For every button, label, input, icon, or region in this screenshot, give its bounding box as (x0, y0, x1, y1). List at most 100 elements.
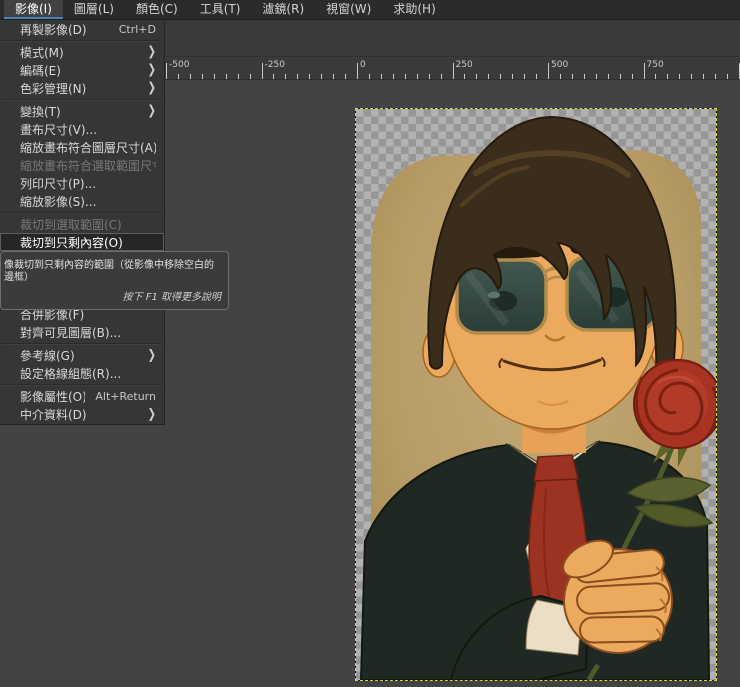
menu-windows[interactable]: 視窗(W) (315, 0, 382, 19)
ruler-minor-tick (476, 74, 477, 79)
ruler-minor-tick (500, 74, 501, 79)
ruler-minor-tick (667, 74, 668, 79)
ruler-minor-tick (441, 74, 442, 79)
menu-item-transform[interactable]: 變換(T) ❯ (0, 102, 164, 120)
ruler-minor-tick (190, 74, 191, 79)
submenu-arrow-icon: ❯ (148, 81, 156, 95)
menu-item-color-management[interactable]: 色彩管理(N) ❯ (0, 79, 164, 97)
ruler-minor-tick (369, 74, 370, 79)
menu-item-align-visible-layers[interactable]: 對齊可見圖層(B)... (0, 323, 164, 341)
ruler-tick-label: -250 (265, 60, 285, 70)
ruler-minor-tick (405, 74, 406, 79)
menu-separator (0, 341, 164, 346)
menu-item-label: 模式(M) (20, 44, 138, 61)
ruler-major-tick (166, 63, 167, 79)
ruler-minor-tick (273, 74, 274, 79)
ruler-tick-label: -500 (169, 60, 189, 70)
menu-item-configure-grid[interactable]: 設定格線組態(R)... (0, 364, 164, 382)
menu-item-shortcut: Ctrl+D (119, 23, 156, 36)
image-canvas[interactable] (356, 109, 716, 680)
menu-item-label: 裁切到只剩內容(O) (20, 234, 156, 251)
menu-item-label: 再製影像(D) (20, 21, 109, 38)
submenu-arrow-icon: ❯ (148, 407, 156, 421)
submenu-arrow-icon: ❯ (148, 348, 156, 362)
menu-tools[interactable]: 工具(T) (189, 0, 252, 19)
menu-item-crop-to-content[interactable]: 裁切到只剩內容(O) (0, 233, 164, 251)
ruler-minor-tick (238, 74, 239, 79)
menu-item-label: 影像屬性(O) (20, 388, 85, 405)
menu-item-mode[interactable]: 模式(M) ❯ (0, 43, 164, 61)
ruler-major-tick (548, 63, 549, 79)
menu-item-guides[interactable]: 參考線(G)❯ (0, 346, 164, 364)
menu-item-scale-image[interactable]: 縮放影像(S)... (0, 192, 164, 210)
submenu-arrow-icon: ❯ (148, 63, 156, 77)
ruler-minor-tick (333, 74, 334, 79)
ruler-minor-tick (226, 74, 227, 79)
menu-separator (0, 210, 164, 215)
menu-item-label: 色彩管理(N) (20, 80, 138, 97)
ruler-tick-label: 250 (456, 60, 473, 70)
ruler-minor-tick (381, 74, 382, 79)
menu-item-print-size[interactable]: 列印尺寸(P)... (0, 174, 164, 192)
ruler-minor-tick (572, 74, 573, 79)
ruler-minor-tick (250, 74, 251, 79)
menu-item-duplicate-image[interactable]: 再製影像(D) Ctrl+D (0, 20, 164, 38)
menu-separator (0, 38, 164, 43)
ruler-minor-tick (178, 74, 179, 79)
menu-item-label: 裁切到選取範圍(C) (20, 216, 156, 233)
menu-item-canvas-size[interactable]: 畫布尺寸(V)... (0, 120, 164, 138)
ruler-minor-tick (632, 74, 633, 79)
tooltip-hint: 按下 F1 取得更多說明 (4, 288, 221, 303)
ruler-minor-tick (560, 74, 561, 79)
ruler-minor-tick (321, 74, 322, 79)
menu-item-fit-canvas-to-selection[interactable]: 縮放畫布符合選取範圍尺寸(I) (0, 156, 164, 174)
menu-help[interactable]: 求助(H) (382, 0, 446, 19)
ruler-minor-tick (297, 74, 298, 79)
menu-item-label: 縮放影像(S)... (20, 193, 156, 210)
submenu-arrow-icon: ❯ (148, 45, 156, 59)
menu-filters[interactable]: 濾鏡(R) (251, 0, 315, 19)
menu-item-fit-canvas-to-layers[interactable]: 縮放畫布符合圖層尺寸(A) (0, 138, 164, 156)
ruler-minor-tick (345, 74, 346, 79)
ruler-minor-tick (584, 74, 585, 79)
ruler-minor-tick (655, 74, 656, 79)
ruler-minor-tick (488, 74, 489, 79)
ruler-minor-tick (536, 74, 537, 79)
ruler-minor-tick (715, 74, 716, 79)
menu-image[interactable]: 影像(I) (4, 0, 63, 19)
ruler-minor-tick (620, 74, 621, 79)
horizontal-ruler[interactable]: -500-25002505007501000 (165, 56, 740, 80)
menu-item-label: 編碼(E) (20, 62, 138, 79)
menu-item-crop-to-selection[interactable]: 裁切到選取範圍(C) (0, 215, 164, 233)
ruler-tick-label: 0 (360, 60, 366, 70)
ruler-tick-label: 500 (551, 60, 568, 70)
ruler-minor-tick (703, 74, 704, 79)
menu-item-shortcut: Alt+Return (95, 390, 156, 403)
submenu-arrow-icon: ❯ (148, 104, 156, 118)
menu-colors[interactable]: 顏色(C) (125, 0, 189, 19)
menu-tooltip: 像裁切到只剩內容的範圍（從影像中移除空白的邊框） 按下 F1 取得更多說明 (0, 251, 229, 310)
ruler-minor-tick (679, 74, 680, 79)
image-menu-dropdown: 再製影像(D) Ctrl+D 模式(M) ❯ 編碼(E) ❯ 色彩管理(N) ❯ 變換(T) ❯ 畫… (0, 20, 165, 425)
ruler-minor-tick (202, 74, 203, 79)
ruler-minor-tick (464, 74, 465, 79)
ruler-major-tick (262, 63, 263, 79)
menu-item-label: 縮放畫布符合圖層尺寸(A) (20, 139, 156, 156)
menu-item-label: 列印尺寸(P)... (20, 175, 156, 192)
ruler-minor-tick (214, 74, 215, 79)
menu-item-label: 變換(T) (20, 103, 138, 120)
menu-layer[interactable]: 圖層(L) (63, 0, 125, 19)
ruler-minor-tick (691, 74, 692, 79)
menubar: 影像(I)圖層(L)顏色(C)工具(T)濾鏡(R)視窗(W)求助(H) (0, 0, 740, 20)
menu-item-image-properties[interactable]: 影像屬性(O) Alt+Return (0, 387, 164, 405)
ruler-major-tick (357, 63, 358, 79)
ruler-minor-tick (512, 74, 513, 79)
menu-item-metadata[interactable]: 中介資料(D)❯ (0, 405, 164, 423)
menu-item-label: 設定格線組態(R)... (20, 365, 156, 382)
tooltip-text: 像裁切到只剩內容的範圍（從影像中移除空白的邊框） (4, 260, 221, 284)
ruler-minor-tick (393, 74, 394, 79)
menu-item-label: 畫布尺寸(V)... (20, 121, 156, 138)
ruler-minor-tick (524, 74, 525, 79)
menu-item-precision[interactable]: 編碼(E) ❯ (0, 61, 164, 79)
ruler-minor-tick (608, 74, 609, 79)
